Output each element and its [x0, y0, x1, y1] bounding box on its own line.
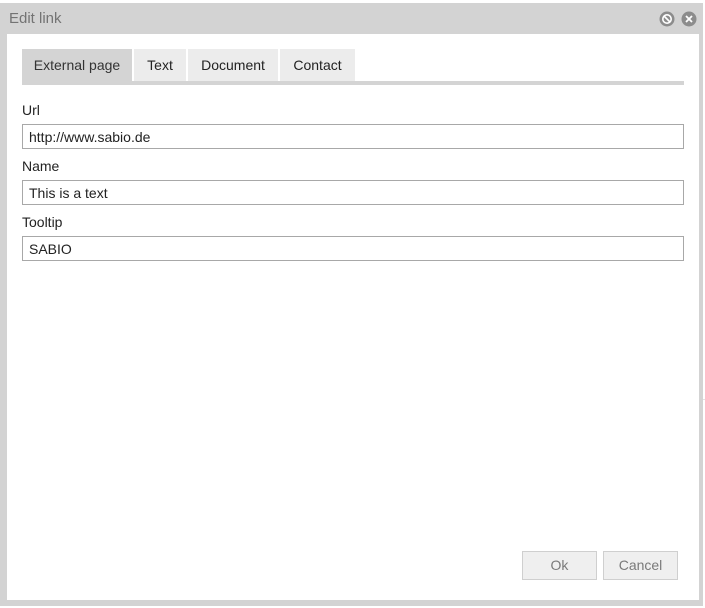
- ok-button[interactable]: Ok: [522, 551, 597, 580]
- edit-link-dialog: Edit link External page Text Document Co…: [0, 3, 703, 606]
- tab-document[interactable]: Document: [188, 49, 278, 81]
- dialog-title: Edit link: [9, 10, 62, 27]
- dialog-titlebar[interactable]: Edit link: [0, 3, 703, 34]
- name-field[interactable]: [22, 180, 684, 205]
- close-icon[interactable]: [681, 11, 697, 27]
- cancel-button[interactable]: Cancel: [603, 551, 678, 580]
- tooltip-label: Tooltip: [22, 214, 63, 230]
- tab-external-page[interactable]: External page: [22, 49, 132, 81]
- url-field[interactable]: [22, 124, 684, 149]
- name-label: Name: [22, 158, 60, 174]
- tab-underline: [22, 81, 684, 85]
- tab-text[interactable]: Text: [134, 49, 186, 81]
- dialog-body: External page Text Document Contact Url …: [7, 34, 699, 600]
- url-label: Url: [22, 102, 40, 118]
- tab-contact[interactable]: Contact: [280, 49, 355, 81]
- tooltip-field[interactable]: [22, 236, 684, 261]
- help-icon[interactable]: [659, 11, 675, 27]
